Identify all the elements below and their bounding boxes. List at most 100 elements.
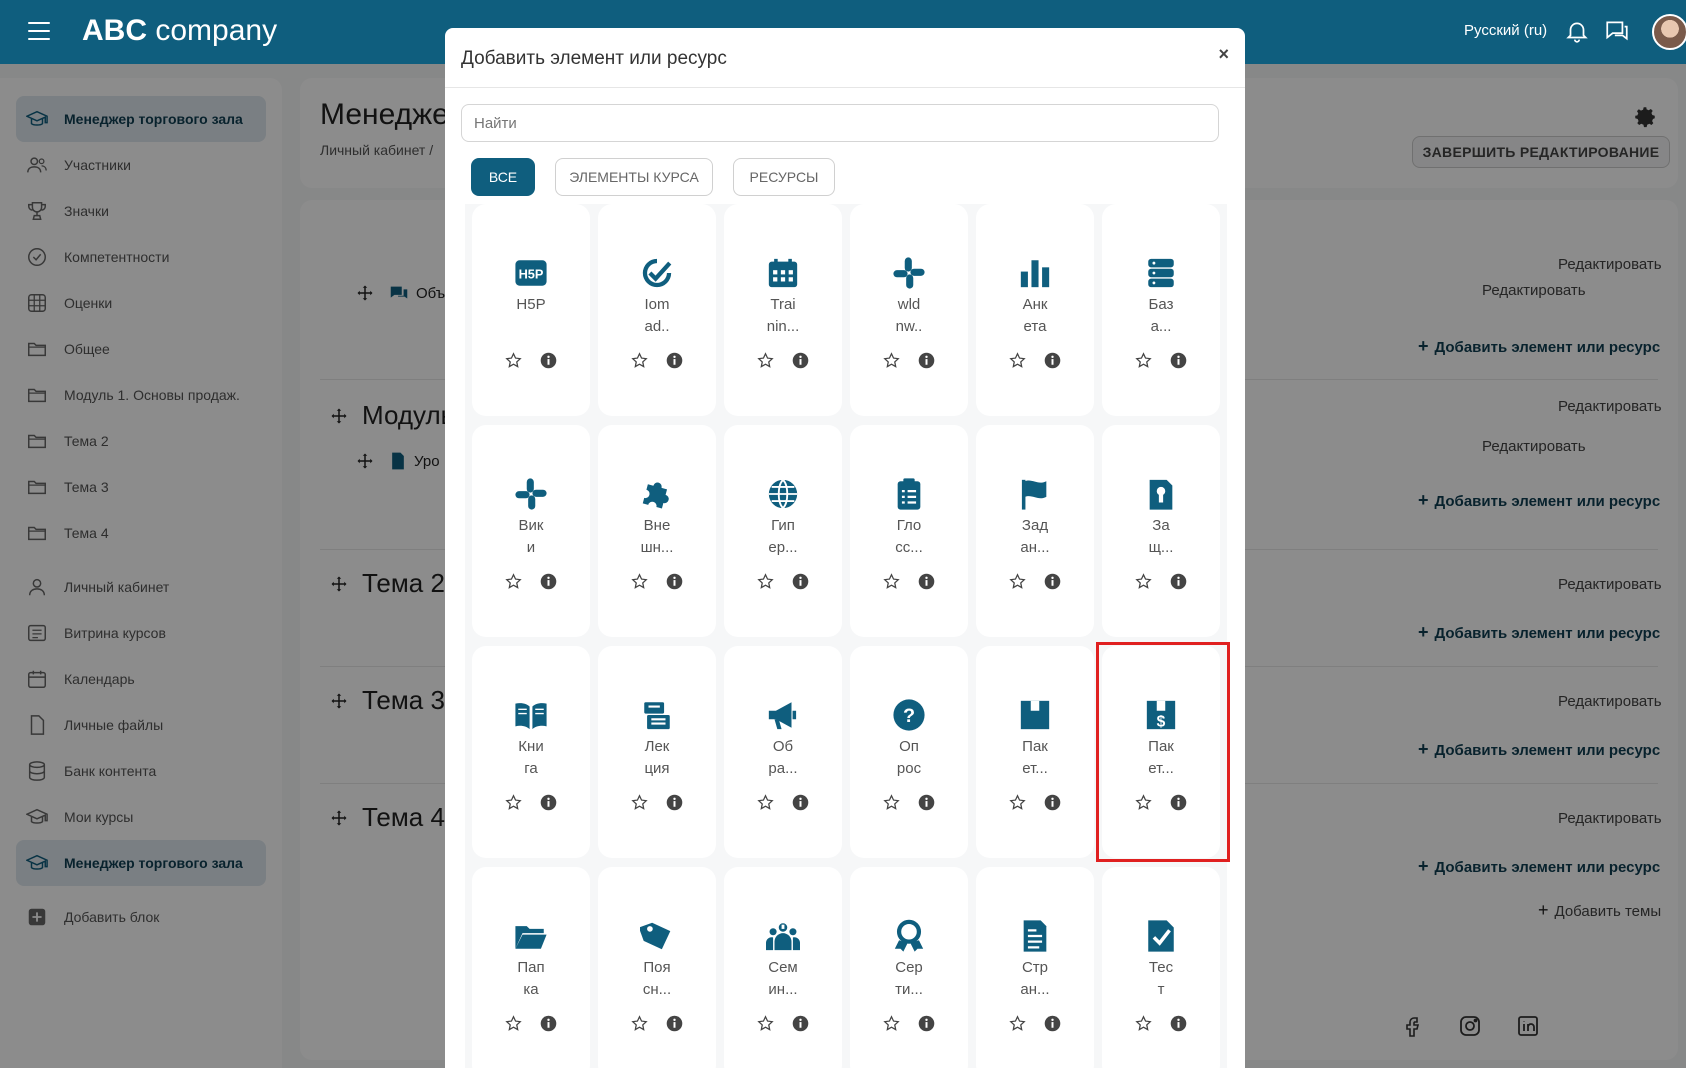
tab-course-elements[interactable]: ЭЛЕМЕНТЫ КУРСА	[555, 158, 713, 196]
star-icon[interactable]	[631, 573, 648, 590]
info-icon[interactable]	[1044, 1015, 1061, 1032]
activity-tile[interactable]: Вик и	[472, 425, 590, 637]
info-icon[interactable]	[792, 794, 809, 811]
clipboard-list-icon	[897, 478, 921, 510]
info-icon[interactable]	[540, 1015, 557, 1032]
language-selector[interactable]: Русский (ru)	[1464, 22, 1547, 39]
star-icon[interactable]	[883, 1015, 900, 1032]
info-icon[interactable]	[918, 1015, 935, 1032]
avatar[interactable]	[1652, 14, 1686, 50]
menu-icon[interactable]	[28, 22, 50, 40]
star-icon[interactable]	[1009, 352, 1026, 369]
tab-all[interactable]: ВСЕ	[471, 158, 535, 196]
activity-tile[interactable]: ? Оп рос	[850, 646, 968, 858]
star-icon[interactable]	[757, 352, 774, 369]
activity-name: Поя сн...	[642, 959, 672, 998]
star-icon[interactable]	[505, 573, 522, 590]
activity-name: Оп рос	[896, 738, 922, 777]
info-icon[interactable]	[1170, 1015, 1187, 1032]
info-icon[interactable]	[918, 573, 935, 590]
activity-tile[interactable]: Поя сн...	[598, 867, 716, 1068]
activity-tile[interactable]: Тес т	[1102, 867, 1220, 1068]
lecture-icon	[644, 702, 670, 730]
activity-tile[interactable]: Сер ти...	[850, 867, 968, 1068]
activity-tile[interactable]: Об ра...	[724, 646, 842, 858]
star-icon[interactable]	[883, 352, 900, 369]
activity-tile[interactable]: Пак ет...	[976, 646, 1094, 858]
star-icon[interactable]	[505, 794, 522, 811]
info-icon[interactable]	[666, 794, 683, 811]
book-open-icon	[515, 703, 547, 730]
activity-name: Зад ан...	[1020, 517, 1050, 556]
activity-name: Вне шн...	[640, 517, 674, 556]
star-icon[interactable]	[505, 1015, 522, 1032]
search-input[interactable]	[461, 104, 1219, 142]
info-icon[interactable]	[666, 573, 683, 590]
activity-tile[interactable]: Кни га	[472, 646, 590, 858]
info-icon[interactable]	[1170, 573, 1187, 590]
activity-name: Trai nin...	[766, 296, 800, 335]
info-icon[interactable]	[540, 794, 557, 811]
info-icon[interactable]	[666, 352, 683, 369]
activity-tile[interactable]: Iom ad..	[598, 204, 716, 416]
info-icon[interactable]	[1044, 573, 1061, 590]
star-icon[interactable]	[631, 794, 648, 811]
slack-icon	[515, 478, 547, 510]
activity-chooser-grid: H5P H5P Iom ad.. Trai nin... wld nw.. Анк ета…	[465, 204, 1227, 1068]
star-icon[interactable]	[757, 573, 774, 590]
brand-logo[interactable]: ABC company	[82, 14, 277, 48]
activity-tile[interactable]: Пап ка	[472, 867, 590, 1068]
activity-tile[interactable]: Вне шн...	[598, 425, 716, 637]
svg-text:H5P: H5P	[519, 267, 544, 282]
star-icon[interactable]	[505, 352, 522, 369]
activity-tile[interactable]: Гип ер...	[724, 425, 842, 637]
star-icon[interactable]	[1135, 1015, 1152, 1032]
activity-tile[interactable]: Анк ета	[976, 204, 1094, 416]
activity-tile[interactable]: Trai nin...	[724, 204, 842, 416]
info-icon[interactable]	[918, 794, 935, 811]
info-icon[interactable]	[1170, 352, 1187, 369]
activity-name: За щ...	[1148, 517, 1174, 556]
tab-resources[interactable]: РЕСУРСЫ	[733, 158, 835, 196]
star-icon[interactable]	[883, 573, 900, 590]
modal-header: Добавить элемент или ресурс ×	[445, 28, 1245, 88]
activity-tile[interactable]: Баз а...	[1102, 204, 1220, 416]
activity-name: H5P	[516, 296, 546, 313]
folder-open-icon	[515, 926, 547, 949]
activity-tile[interactable]: wld nw..	[850, 204, 968, 416]
star-icon[interactable]	[1009, 1015, 1026, 1032]
info-icon[interactable]	[918, 352, 935, 369]
info-icon[interactable]	[1044, 794, 1061, 811]
people-group-icon	[766, 923, 800, 951]
star-icon[interactable]	[631, 1015, 648, 1032]
bell-icon[interactable]	[1564, 18, 1590, 44]
star-icon[interactable]	[757, 1015, 774, 1032]
chat-icon[interactable]	[1604, 18, 1630, 44]
info-icon[interactable]	[666, 1015, 683, 1032]
activity-tile[interactable]: Гло сс...	[850, 425, 968, 637]
star-icon[interactable]	[1135, 573, 1152, 590]
star-icon[interactable]	[883, 794, 900, 811]
info-icon[interactable]	[540, 352, 557, 369]
star-icon[interactable]	[1135, 352, 1152, 369]
bar-chart-icon	[1020, 260, 1050, 288]
activity-tile[interactable]: Сем ин...	[724, 867, 842, 1068]
h5p-icon: H5P	[515, 260, 547, 286]
star-icon[interactable]	[1009, 573, 1026, 590]
close-icon[interactable]: ×	[1218, 44, 1229, 65]
activity-tile[interactable]: За щ...	[1102, 425, 1220, 637]
info-icon[interactable]	[792, 352, 809, 369]
star-icon[interactable]	[1009, 794, 1026, 811]
activity-tile[interactable]: Стр ан...	[976, 867, 1094, 1068]
info-icon[interactable]	[540, 573, 557, 590]
info-icon[interactable]	[792, 1015, 809, 1032]
activity-tile[interactable]: H5P H5P	[472, 204, 590, 416]
info-icon[interactable]	[1044, 352, 1061, 369]
activity-name: wld nw..	[895, 296, 923, 335]
activity-tile[interactable]: Зад ан...	[976, 425, 1094, 637]
globe-icon	[768, 479, 798, 509]
star-icon[interactable]	[631, 352, 648, 369]
star-icon[interactable]	[757, 794, 774, 811]
info-icon[interactable]	[792, 573, 809, 590]
activity-tile[interactable]: Лек ция	[598, 646, 716, 858]
